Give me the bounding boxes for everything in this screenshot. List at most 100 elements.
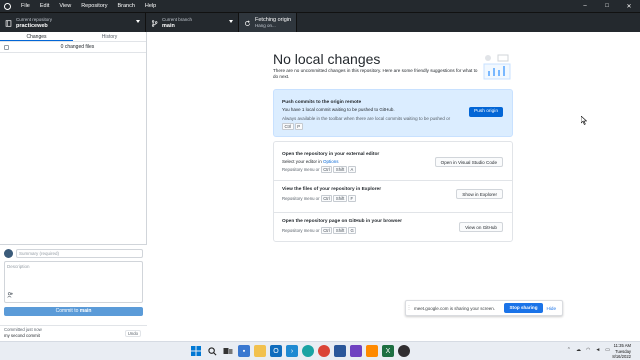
store-icon[interactable] xyxy=(334,345,346,357)
tab-history[interactable]: History xyxy=(73,32,146,41)
title-bar: File Edit View Repository Branch Help – … xyxy=(0,0,640,12)
illustration-icon xyxy=(483,54,511,80)
last-commit-message: my second commit xyxy=(4,333,40,338)
shortcut-prefix: Repository menu or xyxy=(282,196,320,201)
windows-start-icon[interactable] xyxy=(190,345,202,357)
mouse-cursor-icon xyxy=(581,116,587,125)
chevron-down-icon xyxy=(229,20,233,23)
obs-icon[interactable] xyxy=(398,345,410,357)
menu-file[interactable]: File xyxy=(16,0,35,12)
shortcut-prefix: Repository menu or xyxy=(282,167,320,172)
menu-bar: File Edit View Repository Branch Help xyxy=(16,0,161,12)
main-panel: No local changes There are no uncommitte… xyxy=(148,32,640,341)
description-field[interactable]: Description xyxy=(4,261,143,303)
kbd-f: F xyxy=(348,195,356,202)
open-editor-desc-text: Select your editor in xyxy=(282,159,324,164)
commit-button[interactable]: Commit to main xyxy=(4,307,143,316)
view-github-row: Open the repository page on GitHub in yo… xyxy=(274,212,512,238)
push-title: Push commits to the origin remote xyxy=(282,100,362,105)
add-coauthor-icon[interactable] xyxy=(7,292,13,300)
hide-button[interactable]: Hide xyxy=(547,306,556,311)
battery-icon[interactable]: ▭ xyxy=(605,347,610,353)
sidebar: Changes History 0 changed files Summary … xyxy=(0,32,147,341)
show-explorer-title: View the files of your repository in Exp… xyxy=(282,187,382,192)
cloud-icon[interactable]: ☁ xyxy=(576,347,581,353)
open-editor-description: Select your editor in Options xyxy=(282,159,339,164)
undo-button[interactable]: Undo xyxy=(124,330,141,337)
kbd-shift: Shift xyxy=(333,166,347,173)
github-desktop-icon[interactable] xyxy=(350,345,362,357)
current-branch-button[interactable]: Current branch main xyxy=(146,13,239,33)
chrome-icon[interactable] xyxy=(318,345,330,357)
file-explorer-icon[interactable] xyxy=(254,345,266,357)
push-note-text: Always available in the toolbar when the… xyxy=(282,116,451,121)
sharing-message: meet.google.com is sharing your screen. xyxy=(414,305,496,311)
open-editor-title: Open the repository in your external edi… xyxy=(282,152,380,157)
description-placeholder: Description xyxy=(7,264,30,269)
vscode-icon[interactable]: › xyxy=(286,345,298,357)
fetch-origin-button[interactable]: Fetching origin Hang on... xyxy=(239,13,297,33)
clock[interactable]: 11:35 AM Tuesday 8/16/2022 xyxy=(612,343,631,360)
branch-name: main xyxy=(162,23,175,29)
search-icon[interactable] xyxy=(206,345,218,357)
view-on-github-button[interactable]: View on GitHub xyxy=(459,222,503,232)
open-in-vscode-button[interactable]: Open in Visual Studio Code xyxy=(434,157,503,167)
commit-button-branch: main xyxy=(79,308,92,314)
task-view-icon[interactable] xyxy=(222,345,234,357)
edge-icon[interactable] xyxy=(302,345,314,357)
menu-branch[interactable]: Branch xyxy=(112,0,139,12)
menu-view[interactable]: View xyxy=(54,0,76,12)
branch-icon xyxy=(150,19,158,27)
open-editor-row: Open the repository in your external edi… xyxy=(274,148,512,174)
sync-icon xyxy=(243,19,251,27)
widgets-icon[interactable]: ▪ xyxy=(238,345,250,357)
toolbar: Current repository practiceweb Current b… xyxy=(0,12,640,33)
clock-date: 8/16/2022 xyxy=(612,354,631,359)
system-tray: ⌃ ☁ ◠ ◄ ▭ xyxy=(567,347,610,353)
changed-files-header: 0 changed files xyxy=(0,42,146,53)
excel-icon[interactable]: X xyxy=(382,345,394,357)
actions-card: Open the repository in your external edi… xyxy=(273,141,513,242)
fetch-status: Hang on... xyxy=(255,23,276,28)
github-logo-icon xyxy=(0,0,14,12)
close-icon[interactable]: ✕ xyxy=(618,0,640,12)
view-github-shortcut: Repository menu or Ctrl Shift G xyxy=(282,227,357,234)
sublime-icon[interactable] xyxy=(366,345,378,357)
summary-input[interactable]: Summary (required) xyxy=(16,249,143,258)
current-repository-button[interactable]: Current repository practiceweb xyxy=(0,13,146,33)
push-note: Always available in the toolbar when the… xyxy=(282,116,472,130)
show-explorer-row: View the files of your repository in Exp… xyxy=(274,180,512,206)
view-github-title: Open the repository page on GitHub in yo… xyxy=(282,219,402,224)
options-link[interactable]: Options xyxy=(323,159,339,164)
taskbar-apps: ▪ O › X xyxy=(190,345,410,357)
kbd-shift: Shift xyxy=(333,227,347,234)
chevron-down-icon xyxy=(136,20,140,23)
stop-sharing-button[interactable]: Stop sharing xyxy=(504,303,543,313)
kbd-ctrl: Ctrl xyxy=(282,122,294,130)
show-in-explorer-button[interactable]: Show in Explorer xyxy=(456,189,503,199)
last-commit-summary: Committed just now my second commit Undo xyxy=(0,325,147,341)
wifi-icon[interactable]: ◠ xyxy=(586,347,590,353)
screen-sharing-bar: ⋮ meet.google.com is sharing your screen… xyxy=(405,300,563,316)
kbd-ctrl: Ctrl xyxy=(320,227,333,234)
outlook-icon[interactable]: O xyxy=(270,345,282,357)
show-explorer-shortcut: Repository menu or Ctrl Shift F xyxy=(282,195,356,202)
open-editor-shortcut: Repository menu or Ctrl Shift A xyxy=(282,166,356,173)
menu-edit[interactable]: Edit xyxy=(35,0,54,12)
menu-help[interactable]: Help xyxy=(140,0,161,12)
window-controls: – □ ✕ xyxy=(574,0,640,12)
kbd-g: G xyxy=(348,227,357,234)
chevron-up-icon[interactable]: ⌃ xyxy=(567,347,571,353)
taskbar: ▪ O › X ⌃ ☁ ◠ ◄ ▭ 11:35 AM Tuesday 8/16/… xyxy=(0,341,640,360)
repo-name: practiceweb xyxy=(16,23,48,29)
push-origin-button[interactable]: Push origin xyxy=(469,107,503,117)
kbd-p: P xyxy=(294,122,303,130)
maximize-icon[interactable]: □ xyxy=(596,0,618,12)
push-description: You have 1 local commit waiting to be pu… xyxy=(282,107,395,112)
intro-text: There are no uncommitted changes in this… xyxy=(273,68,478,79)
menu-repository[interactable]: Repository xyxy=(76,0,112,12)
volume-icon[interactable]: ◄ xyxy=(595,347,600,353)
clock-time: 11:35 AM xyxy=(613,343,631,348)
minimize-icon[interactable]: – xyxy=(574,0,596,12)
tab-changes[interactable]: Changes xyxy=(0,32,73,41)
